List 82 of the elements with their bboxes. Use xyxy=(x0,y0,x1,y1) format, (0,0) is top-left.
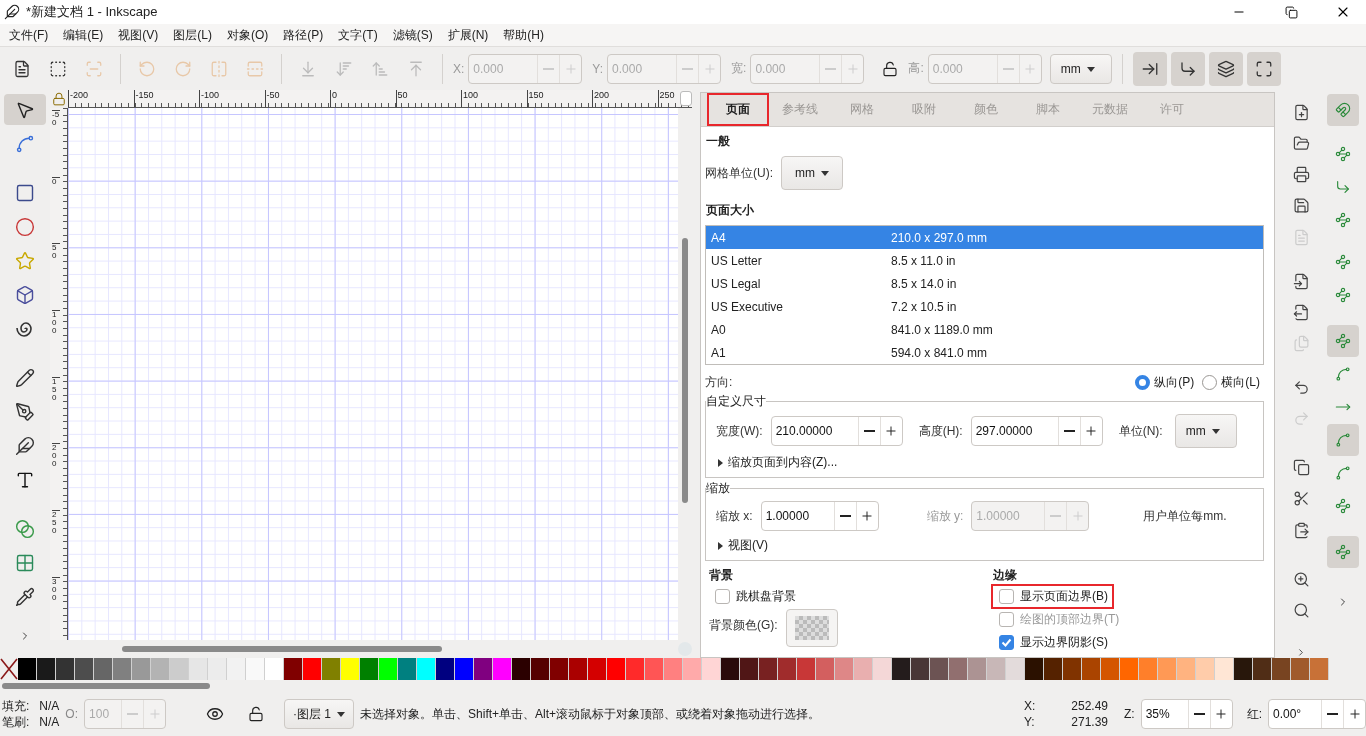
ruler-label: -200 xyxy=(68,90,134,107)
ruler-label: 100 xyxy=(52,309,60,377)
y-label: Y: xyxy=(1024,714,1036,730)
field-label: 网格单位(U): xyxy=(705,164,773,182)
menu-item[interactable]: 文字(T) xyxy=(331,26,386,44)
ruler-label: 200 xyxy=(592,90,658,107)
stroke-value: N/A xyxy=(39,714,60,730)
menu-item[interactable]: 扩展(N) xyxy=(440,26,497,44)
unit-dropdown[interactable]: mm xyxy=(781,156,843,190)
section-heading: 边缘 xyxy=(993,567,1018,584)
text-input[interactable]: 0.00° xyxy=(1269,700,1321,728)
ruler-label: 200 xyxy=(52,443,60,510)
ruler-label: 150 xyxy=(52,376,60,444)
field-label: 方向: xyxy=(705,373,734,391)
x-value: 252.49 xyxy=(1070,698,1108,714)
checkbox-option[interactable]: 显示页面边界(B) xyxy=(993,586,1112,607)
section-heading: 页面大小 xyxy=(706,202,755,219)
layer-dropdown[interactable]: ·图层 1 xyxy=(284,699,355,729)
section-heading: 背景 xyxy=(709,567,734,584)
text-input[interactable]: 210.00000 xyxy=(771,417,858,445)
menu-item[interactable]: 图层(L) xyxy=(166,26,220,44)
radio-option[interactable]: 纵向(P) xyxy=(1135,373,1195,391)
field-label: 高度(H): xyxy=(918,422,963,440)
unit-dropdown[interactable]: mm xyxy=(1174,414,1237,448)
field-label: 单位(N): xyxy=(1118,422,1163,440)
unit-dropdown[interactable]: mm xyxy=(1049,53,1112,84)
expander[interactable]: 视图(V) xyxy=(716,537,1255,554)
list-row[interactable]: A4 210.0 x 297.0 mm xyxy=(706,226,1263,249)
ruler-label: 0 xyxy=(52,176,60,244)
status-message: 未选择对象。单击、Shift+单击、Alt+滚动鼠标于对象顶部、或绕着对象拖动进行选择。 xyxy=(360,705,822,723)
ruler-label: 100 xyxy=(461,90,527,107)
menu-item[interactable]: 对象(O) xyxy=(220,26,277,44)
field-label: 红: xyxy=(1246,705,1262,723)
stroke-label: 笔刷: xyxy=(2,714,30,730)
width-field[interactable]: 210.00000 xyxy=(770,416,903,446)
window-title: *新建文档 1 - Inkscape xyxy=(26,3,159,21)
y-value: 271.39 xyxy=(1070,714,1108,730)
text-input[interactable]: 35% xyxy=(1141,700,1188,728)
group-title: 缩放 xyxy=(706,480,730,497)
field-label: 缩放 y: xyxy=(926,507,964,525)
fill-label: 填充: xyxy=(2,698,30,714)
menu-item[interactable]: 帮助(H) xyxy=(496,26,552,44)
menu-item[interactable]: 路径(P) xyxy=(276,26,332,44)
ruler-label: 250 xyxy=(52,509,60,577)
text-input[interactable]: 297.00000 xyxy=(971,417,1058,445)
field-label: O: xyxy=(65,707,79,721)
expander[interactable]: 缩放页面到内容(Z)... xyxy=(716,454,1255,471)
field-label: Z: xyxy=(1124,707,1135,721)
zoom-field[interactable]: 35% xyxy=(1140,699,1233,729)
checkbox-option[interactable]: 跳棋盘背景 xyxy=(709,586,800,607)
ruler-label: 50 xyxy=(395,90,461,107)
x-label: X: xyxy=(1024,698,1037,714)
menu-item[interactable]: 视图(V) xyxy=(111,26,167,44)
field-label: X: xyxy=(453,61,465,76)
ruler-label: 0 xyxy=(330,90,396,107)
field-label: Y: xyxy=(592,61,604,76)
field-label: 宽: xyxy=(731,60,747,77)
ruler-label: -50 xyxy=(264,90,330,107)
checkbox-option[interactable]: 显示边界阴影(S) xyxy=(993,632,1112,653)
ruler-label: 150 xyxy=(526,90,592,107)
section-heading: 一般 xyxy=(706,133,731,150)
menu-item[interactable]: 编辑(E) xyxy=(56,26,112,44)
scale-x-field[interactable]: 1.00000 xyxy=(760,501,879,531)
group-title: 自定义尺寸 xyxy=(706,393,766,410)
ruler-label: 300 xyxy=(52,576,60,640)
field-label: 缩放 x: xyxy=(716,507,753,525)
field-label: 宽度(W): xyxy=(716,422,763,440)
text-input[interactable]: 1.00000 xyxy=(761,502,834,530)
field-label: 背景颜色(G): xyxy=(709,617,778,634)
unit-note: 用户单位每mm. xyxy=(1143,507,1227,525)
ruler-label: -100 xyxy=(199,90,265,107)
tab[interactable]: 页面 xyxy=(707,93,769,126)
ruler-label: -50 xyxy=(52,110,60,177)
rotation-field[interactable]: 0.00° xyxy=(1268,699,1366,729)
ruler-label: 50 xyxy=(52,243,60,310)
fill-value: N/A xyxy=(39,698,60,714)
menu-item[interactable]: 文件(F) xyxy=(2,26,57,44)
height-field[interactable]: 297.00000 xyxy=(970,416,1103,446)
radio-option[interactable]: 横向(L) xyxy=(1202,373,1260,391)
ruler-label: -150 xyxy=(133,90,199,107)
menu-item[interactable]: 滤镜(S) xyxy=(385,26,441,44)
field-label: 高: xyxy=(908,60,924,77)
